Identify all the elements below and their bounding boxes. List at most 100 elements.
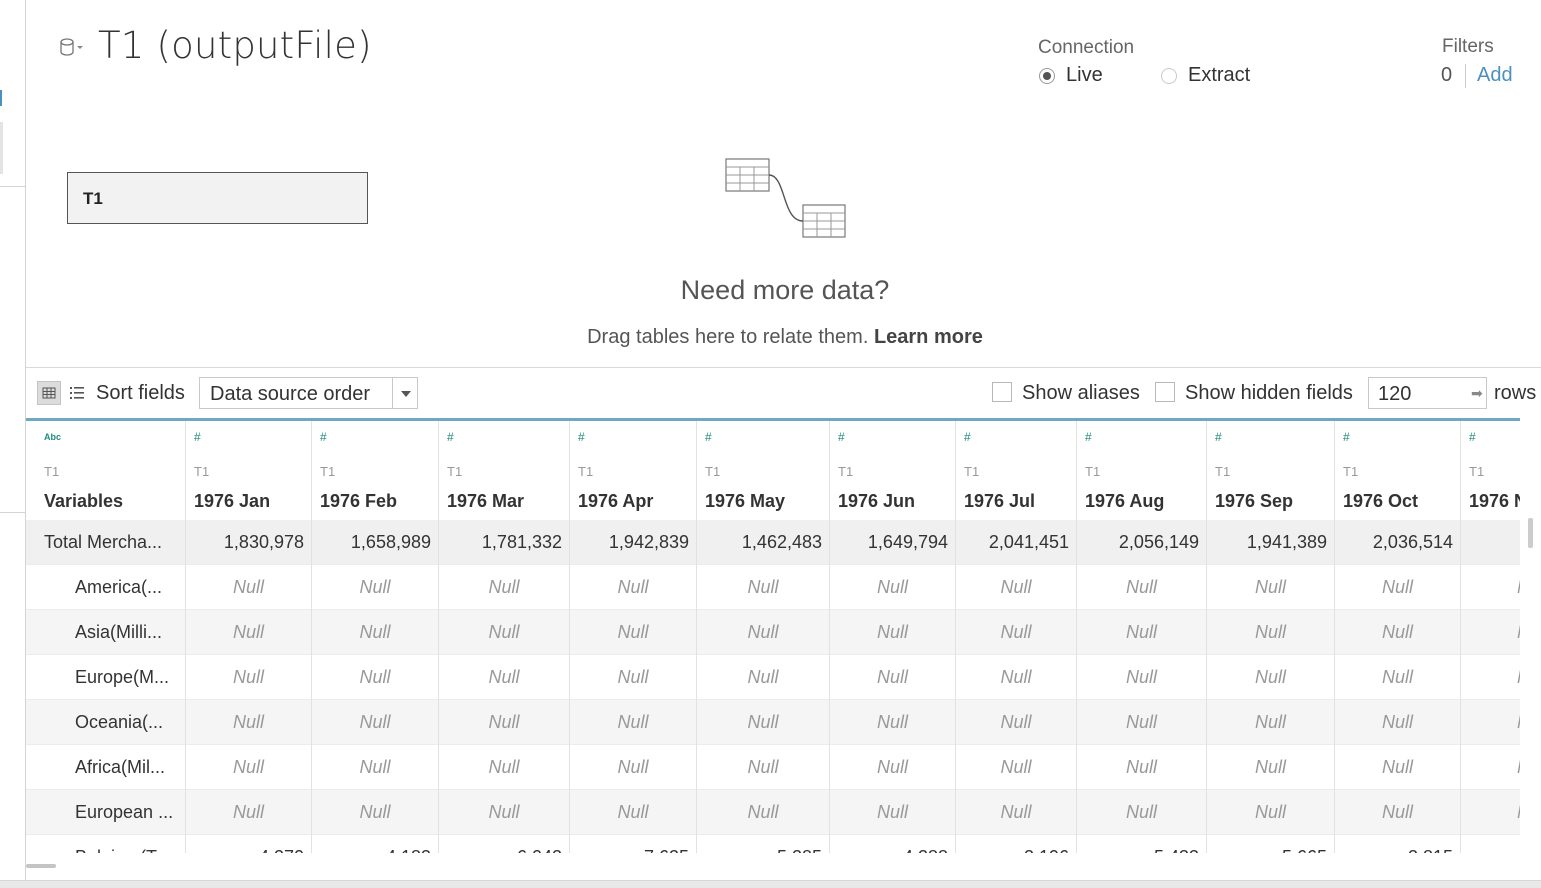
number-type-icon[interactable]: # bbox=[1469, 430, 1476, 444]
vertical-scroll-thumb[interactable] bbox=[1528, 518, 1533, 548]
chevron-down-icon[interactable] bbox=[401, 391, 411, 397]
null-cell[interactable]: Null bbox=[312, 790, 439, 835]
datasource-title[interactable]: T1 (outputFile) bbox=[98, 24, 372, 67]
null-cell[interactable]: Null bbox=[1077, 565, 1207, 610]
null-cell[interactable]: Null bbox=[186, 610, 312, 655]
null-cell[interactable]: Null bbox=[439, 745, 570, 790]
column-name[interactable]: 1976 Jun bbox=[838, 491, 915, 512]
null-cell[interactable]: Null bbox=[697, 655, 830, 700]
live-radio[interactable] bbox=[1039, 68, 1055, 84]
column-name[interactable]: 1976 Sep bbox=[1215, 491, 1293, 512]
null-cell[interactable]: Null bbox=[1207, 745, 1335, 790]
value-cell[interactable]: 1,649,794 bbox=[830, 520, 956, 565]
null-cell[interactable]: Null bbox=[1335, 655, 1461, 700]
variable-cell[interactable]: Africa(Mil... bbox=[26, 745, 186, 790]
null-cell[interactable]: Null bbox=[697, 610, 830, 655]
horizontal-scroll-thumb[interactable] bbox=[26, 864, 56, 868]
variable-cell[interactable]: Belgium(T... bbox=[26, 835, 186, 853]
null-cell[interactable]: Null bbox=[1207, 700, 1335, 745]
null-cell[interactable]: Null bbox=[830, 790, 956, 835]
null-cell[interactable]: Null bbox=[1207, 655, 1335, 700]
null-cell[interactable]: N bbox=[1461, 700, 1520, 745]
number-type-icon[interactable]: # bbox=[705, 430, 712, 444]
column-name[interactable]: 1976 Jul bbox=[964, 491, 1035, 512]
null-cell[interactable]: Null bbox=[1335, 790, 1461, 835]
value-cell[interactable]: 4,270 bbox=[186, 835, 312, 853]
column-header[interactable]: # T1 1976 Mar bbox=[439, 421, 570, 520]
number-type-icon[interactable]: # bbox=[447, 430, 454, 444]
null-cell[interactable]: N bbox=[1461, 745, 1520, 790]
value-cell[interactable]: 5,285 bbox=[697, 835, 830, 853]
grid-view-button[interactable] bbox=[37, 381, 61, 405]
value-cell[interactable]: 2,056,149 bbox=[1077, 520, 1207, 565]
null-cell[interactable]: Null bbox=[830, 700, 956, 745]
null-cell[interactable]: Null bbox=[1335, 745, 1461, 790]
column-name[interactable]: 1976 Jan bbox=[194, 491, 270, 512]
null-cell[interactable]: Null bbox=[956, 790, 1077, 835]
value-cell[interactable]: 1,9 bbox=[1461, 520, 1520, 565]
column-name[interactable]: Variables bbox=[44, 491, 123, 512]
null-cell[interactable]: Null bbox=[1207, 790, 1335, 835]
null-cell[interactable]: Null bbox=[570, 700, 697, 745]
value-cell[interactable]: 4,183 bbox=[312, 835, 439, 853]
value-cell[interactable]: 5,433 bbox=[1077, 835, 1207, 853]
value-cell[interactable]: 1,462,483 bbox=[697, 520, 830, 565]
variable-cell[interactable]: Total Mercha... bbox=[26, 520, 186, 565]
null-cell[interactable]: Null bbox=[1077, 655, 1207, 700]
column-name[interactable]: 1976 Feb bbox=[320, 491, 397, 512]
null-cell[interactable]: Null bbox=[1207, 565, 1335, 610]
null-cell[interactable]: Null bbox=[186, 700, 312, 745]
database-icon[interactable] bbox=[57, 36, 85, 58]
null-cell[interactable]: Null bbox=[1077, 745, 1207, 790]
null-cell[interactable]: Null bbox=[830, 610, 956, 655]
null-cell[interactable]: Null bbox=[830, 745, 956, 790]
number-type-icon[interactable]: # bbox=[194, 430, 201, 444]
column-header[interactable]: # T1 1976 Jun bbox=[830, 421, 956, 520]
show-hidden-fields-checkbox[interactable] bbox=[1155, 382, 1175, 402]
value-cell[interactable]: 2,041,451 bbox=[956, 520, 1077, 565]
null-cell[interactable]: Null bbox=[1207, 610, 1335, 655]
extract-radio[interactable] bbox=[1161, 68, 1177, 84]
variable-cell[interactable]: European ... bbox=[26, 790, 186, 835]
null-cell[interactable]: Null bbox=[697, 565, 830, 610]
column-header[interactable]: # T1 1976 Nov bbox=[1461, 421, 1520, 520]
null-cell[interactable]: Null bbox=[312, 655, 439, 700]
null-cell[interactable]: N bbox=[1461, 655, 1520, 700]
null-cell[interactable]: Null bbox=[312, 610, 439, 655]
null-cell[interactable]: Null bbox=[439, 565, 570, 610]
column-name[interactable]: 1976 Aug bbox=[1085, 491, 1164, 512]
column-header[interactable]: # T1 1976 Jul bbox=[956, 421, 1077, 520]
null-cell[interactable]: Null bbox=[956, 610, 1077, 655]
column-name[interactable]: 1976 Apr bbox=[578, 491, 653, 512]
null-cell[interactable]: Null bbox=[830, 655, 956, 700]
null-cell[interactable]: Null bbox=[312, 700, 439, 745]
null-cell[interactable]: Null bbox=[956, 700, 1077, 745]
column-name[interactable]: 1976 Oct bbox=[1343, 491, 1418, 512]
null-cell[interactable]: Null bbox=[439, 610, 570, 655]
show-aliases-checkbox[interactable] bbox=[992, 382, 1012, 402]
null-cell[interactable]: Null bbox=[186, 565, 312, 610]
null-cell[interactable]: Null bbox=[570, 610, 697, 655]
null-cell[interactable]: Null bbox=[186, 655, 312, 700]
value-cell[interactable]: 2,815 bbox=[1335, 835, 1461, 853]
column-name[interactable]: 1976 May bbox=[705, 491, 785, 512]
null-cell[interactable]: N bbox=[1461, 565, 1520, 610]
show-aliases-label[interactable]: Show aliases bbox=[1022, 382, 1140, 405]
value-cell[interactable]: 6,042 bbox=[439, 835, 570, 853]
number-type-icon[interactable]: # bbox=[1215, 430, 1222, 444]
variable-cell[interactable]: Asia(Milli... bbox=[26, 610, 186, 655]
column-name[interactable]: 1976 Mar bbox=[447, 491, 524, 512]
null-cell[interactable]: Null bbox=[956, 655, 1077, 700]
null-cell[interactable]: Null bbox=[570, 745, 697, 790]
table-tile-t1[interactable]: T1 bbox=[67, 172, 368, 224]
column-header[interactable]: # T1 1976 Aug bbox=[1077, 421, 1207, 520]
column-header[interactable]: # T1 1976 Apr bbox=[570, 421, 697, 520]
column-header[interactable]: # T1 1976 Sep bbox=[1207, 421, 1335, 520]
number-type-icon[interactable]: # bbox=[320, 430, 327, 444]
null-cell[interactable]: Null bbox=[956, 565, 1077, 610]
value-cell[interactable]: 1,941,389 bbox=[1207, 520, 1335, 565]
value-cell[interactable] bbox=[1461, 835, 1520, 853]
variable-cell[interactable]: America(... bbox=[26, 565, 186, 610]
null-cell[interactable]: Null bbox=[697, 790, 830, 835]
sort-fields-select[interactable]: Data source order bbox=[199, 377, 418, 409]
